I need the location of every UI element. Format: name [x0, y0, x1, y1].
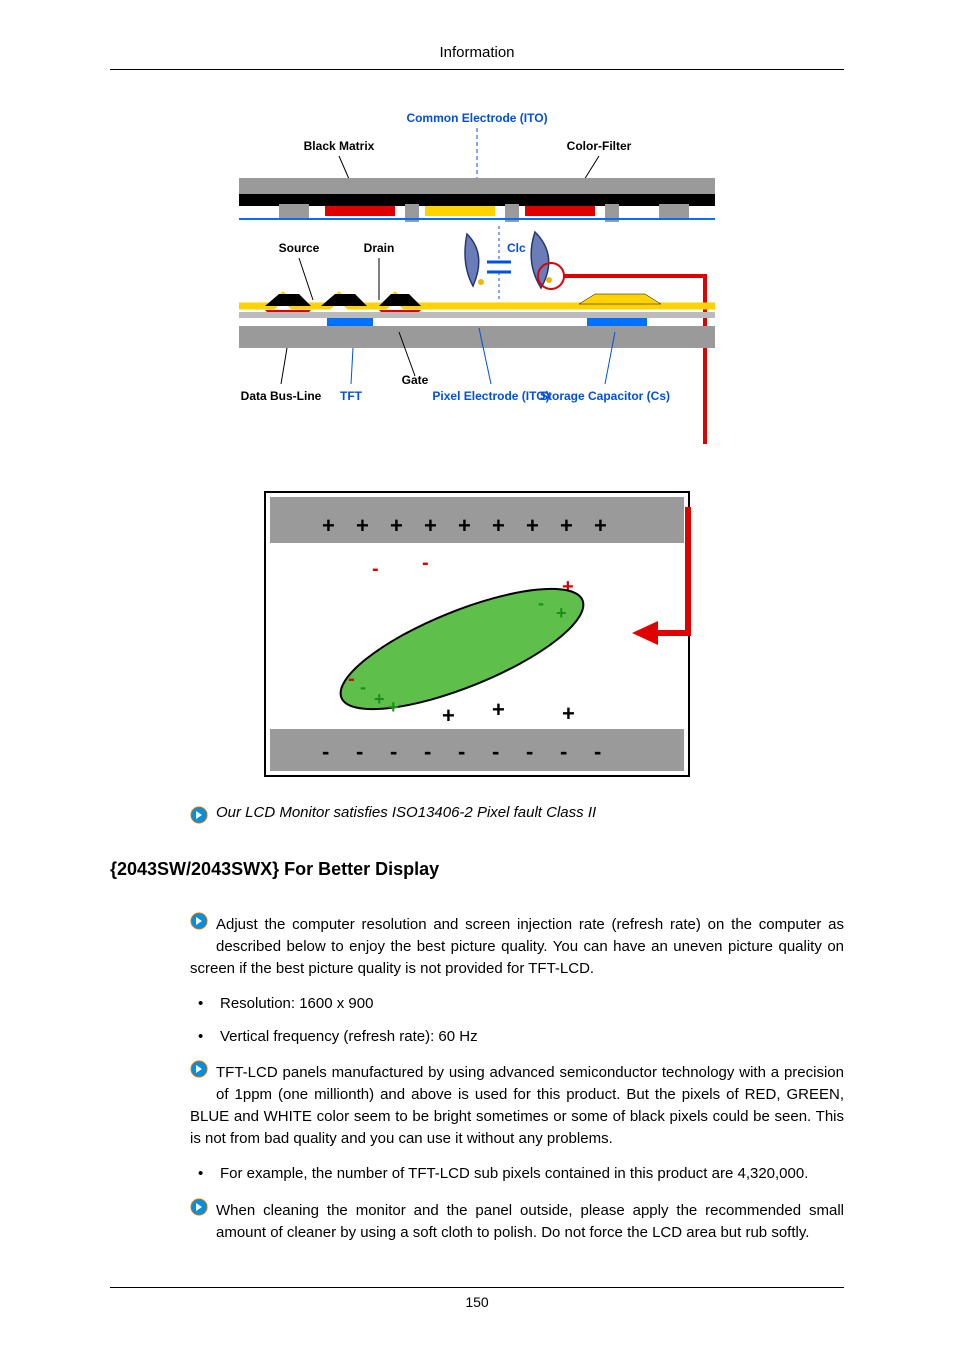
svg-text:-: - [492, 739, 499, 764]
arrow-bullet-icon [190, 806, 208, 829]
svg-text:+: + [556, 603, 567, 623]
svg-text:-: - [422, 552, 429, 574]
lc-cell-figure: +++ +++ +++ -- + -+ -++ - +++ [262, 489, 692, 784]
paragraph-3-text: When cleaning the monitor and the panel … [216, 1202, 844, 1241]
paragraph-1: Adjust the computer resolution and scree… [190, 914, 844, 979]
label-pixel-electrode: Pixel Electrode (ITO) [432, 389, 549, 403]
label-common-electrode: Common Electrode (ITO) [406, 111, 547, 125]
svg-text:+: + [560, 513, 573, 538]
iso-note-text: Our LCD Monitor satisfies ISO13406-2 Pix… [216, 804, 596, 821]
header-title: Information [439, 44, 514, 61]
svg-text:+: + [492, 697, 505, 722]
svg-text:+: + [492, 513, 505, 538]
svg-text:-: - [594, 739, 601, 764]
paragraph-3: When cleaning the monitor and the panel … [190, 1200, 844, 1244]
example-list: For example, the number of TFT-LCD sub p… [190, 1163, 844, 1186]
label-color-filter: Color-Filter [567, 139, 632, 153]
svg-text:+: + [526, 513, 539, 538]
label-storage-capacitor: Storage Capacitor (Cs) [540, 389, 670, 403]
svg-text:-: - [526, 739, 533, 764]
svg-text:+: + [356, 513, 369, 538]
arrow-bullet-icon [190, 1198, 208, 1223]
body-content: Adjust the computer resolution and scree… [190, 914, 844, 1243]
refresh-item: Vertical frequency (refresh rate): 60 Hz [190, 1026, 844, 1049]
iso-note: Our LCD Monitor satisfies ISO13406-2 Pix… [190, 804, 844, 829]
paragraph-2-text: TFT-LCD panels manufactured by using adv… [190, 1064, 844, 1146]
svg-text:-: - [458, 739, 465, 764]
svg-text:+: + [458, 513, 471, 538]
tft-cross-section-figure: Common Electrode (ITO) Black Matrix Colo… [229, 104, 725, 469]
svg-text:-: - [560, 739, 567, 764]
section-heading: {2043SW/2043SWX} For Better Display [110, 859, 844, 880]
svg-text:-: - [424, 739, 431, 764]
page-number: 150 [465, 1294, 488, 1310]
label-black-matrix: Black Matrix [304, 139, 375, 153]
page-header: Information [110, 44, 844, 70]
svg-text:+: + [562, 701, 575, 726]
svg-text:-: - [322, 739, 329, 764]
svg-text:-: - [538, 593, 544, 613]
label-drain: Drain [364, 241, 395, 255]
paragraph-2: TFT-LCD panels manufactured by using adv… [190, 1062, 844, 1149]
label-tft: TFT [340, 389, 363, 403]
label-source: Source [279, 241, 320, 255]
arrow-bullet-icon [190, 1060, 208, 1085]
svg-text:-: - [356, 739, 363, 764]
tft-cross-section-svg: Common Electrode (ITO) Black Matrix Colo… [229, 104, 725, 464]
arrow-bullet-icon [190, 912, 208, 937]
svg-text:+: + [322, 513, 335, 538]
svg-text:+: + [594, 513, 607, 538]
svg-text:+: + [374, 689, 385, 709]
spec-list: Resolution: 1600 x 900 Vertical frequenc… [190, 993, 844, 1048]
svg-text:+: + [390, 513, 403, 538]
resolution-item: Resolution: 1600 x 900 [190, 993, 844, 1016]
svg-text:+: + [442, 703, 455, 728]
label-data-bus-line: Data Bus-Line [241, 389, 322, 403]
svg-text:+: + [424, 513, 437, 538]
example-item: For example, the number of TFT-LCD sub p… [190, 1163, 844, 1186]
lc-cell-svg: +++ +++ +++ -- + -+ -++ - +++ [262, 489, 692, 779]
svg-text:-: - [348, 668, 355, 690]
page-footer: 150 [110, 1287, 844, 1310]
svg-text:+: + [388, 697, 399, 717]
svg-text:-: - [372, 558, 379, 580]
paragraph-1-text: Adjust the computer resolution and scree… [190, 916, 844, 977]
svg-text:-: - [360, 677, 366, 697]
label-clc: Clc [507, 241, 526, 255]
svg-text:-: - [390, 739, 397, 764]
label-gate: Gate [402, 373, 429, 387]
